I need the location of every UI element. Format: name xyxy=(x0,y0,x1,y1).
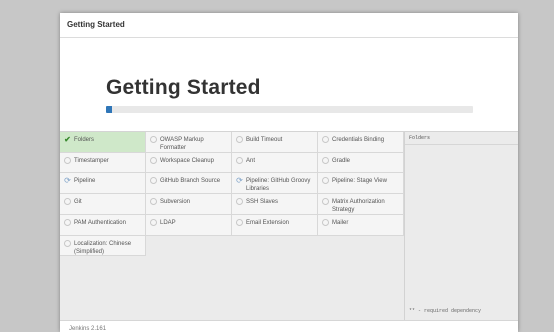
pending-circle-icon xyxy=(63,218,72,227)
plugin-item: GitHub Branch Source xyxy=(146,173,232,194)
plugin-item: Pipeline: Stage View xyxy=(318,173,404,194)
plugin-label: Email Extension xyxy=(246,220,290,226)
plugin-label: Workspace Cleanup xyxy=(160,158,214,164)
setup-wizard-dialog: Getting Started Getting Started ✔ Folders… xyxy=(60,13,518,332)
plugin-item: LDAP xyxy=(146,215,232,236)
pending-circle-icon xyxy=(235,218,244,227)
plugin-item: Subversion xyxy=(146,194,232,215)
page-title: Getting Started xyxy=(106,76,261,99)
plugin-item: Mailer xyxy=(318,215,404,236)
refresh-spinner-icon: ⟳ xyxy=(236,175,243,185)
pending-circle-icon xyxy=(321,197,330,206)
plugin-item: Matrix Authorization Strategy xyxy=(318,194,404,215)
plugin-install-area: ✔ Folders OWASP Markup Formatter Build Time… xyxy=(60,131,518,320)
pending-circle-icon xyxy=(63,239,72,248)
pending-circle-icon xyxy=(149,176,158,185)
plugin-label: OWASP Markup Formatter xyxy=(160,137,204,151)
plugin-item: SSH Slaves xyxy=(232,194,318,215)
install-progress-fill xyxy=(106,106,112,113)
plugin-label: Pipeline: Stage View xyxy=(332,178,387,184)
plugin-label: Timestamper xyxy=(74,158,109,164)
pending-circle-icon xyxy=(63,156,72,165)
plugin-item: ⟳ Pipeline xyxy=(60,173,146,194)
checkmark-icon: ✔ xyxy=(64,134,71,144)
plugin-label: SSH Slaves xyxy=(246,199,279,205)
dialog-header-title: Getting Started xyxy=(60,13,518,38)
plugin-item: Localization: Chinese (Simplified) xyxy=(60,236,146,256)
plugin-label: GitHub Branch Source xyxy=(160,178,221,184)
plugin-label: Localization: Chinese (Simplified) xyxy=(74,241,132,255)
plugin-label: Git xyxy=(74,199,82,205)
log-title: Folders xyxy=(405,132,518,145)
plugin-grid: ✔ Folders OWASP Markup Formatter Build Time… xyxy=(60,132,404,256)
pending-circle-icon xyxy=(149,218,158,227)
pending-circle-icon xyxy=(235,156,244,165)
plugin-item: Email Extension xyxy=(232,215,318,236)
pending-circle-icon xyxy=(321,135,330,144)
pending-circle-icon xyxy=(235,135,244,144)
pending-circle-icon xyxy=(235,197,244,206)
plugin-label: Build Timeout xyxy=(246,137,283,143)
plugin-item: ⟳ Pipeline: GitHub Groovy Libraries xyxy=(232,173,318,194)
plugin-label: Matrix Authorization Strategy xyxy=(332,199,385,213)
dialog-footer: Jenkins 2.161 xyxy=(60,320,518,332)
plugin-item: Gradle xyxy=(318,153,404,173)
plugin-item: Build Timeout xyxy=(232,132,318,153)
plugin-label: Folders xyxy=(74,137,95,143)
plugin-label: PAM Authentication xyxy=(74,220,126,226)
pending-circle-icon xyxy=(149,197,158,206)
plugin-label: Subversion xyxy=(160,199,191,205)
plugin-label: Ant xyxy=(246,158,256,164)
pending-circle-icon xyxy=(149,156,158,165)
jenkins-version: Jenkins 2.161 xyxy=(69,326,107,332)
pending-circle-icon xyxy=(321,176,330,185)
plugin-label: Pipeline xyxy=(74,178,96,184)
pending-circle-icon xyxy=(149,135,158,144)
plugin-item: Credentials Binding xyxy=(318,132,404,153)
plugin-label: LDAP xyxy=(160,220,176,226)
plugin-item: Workspace Cleanup xyxy=(146,153,232,173)
plugin-item: Git xyxy=(60,194,146,215)
plugin-label: Gradle xyxy=(332,158,351,164)
pending-circle-icon xyxy=(63,197,72,206)
install-progress-bar xyxy=(106,106,473,113)
plugin-label: Credentials Binding xyxy=(332,137,385,143)
plugin-item: OWASP Markup Formatter xyxy=(146,132,232,153)
install-log-panel[interactable]: Folders ** - required dependency xyxy=(404,132,518,320)
hero-section: Getting Started xyxy=(60,38,518,131)
plugin-item: PAM Authentication xyxy=(60,215,146,236)
pending-circle-icon xyxy=(321,218,330,227)
pending-circle-icon xyxy=(321,156,330,165)
log-footer-note: ** - required dependency xyxy=(409,308,482,314)
plugin-label: Mailer xyxy=(332,220,349,226)
plugin-item: ✔ Folders xyxy=(60,132,146,153)
plugin-item: Timestamper xyxy=(60,153,146,173)
plugin-label: Pipeline: GitHub Groovy Libraries xyxy=(246,178,311,192)
plugin-item: Ant xyxy=(232,153,318,173)
refresh-spinner-icon: ⟳ xyxy=(64,175,71,185)
